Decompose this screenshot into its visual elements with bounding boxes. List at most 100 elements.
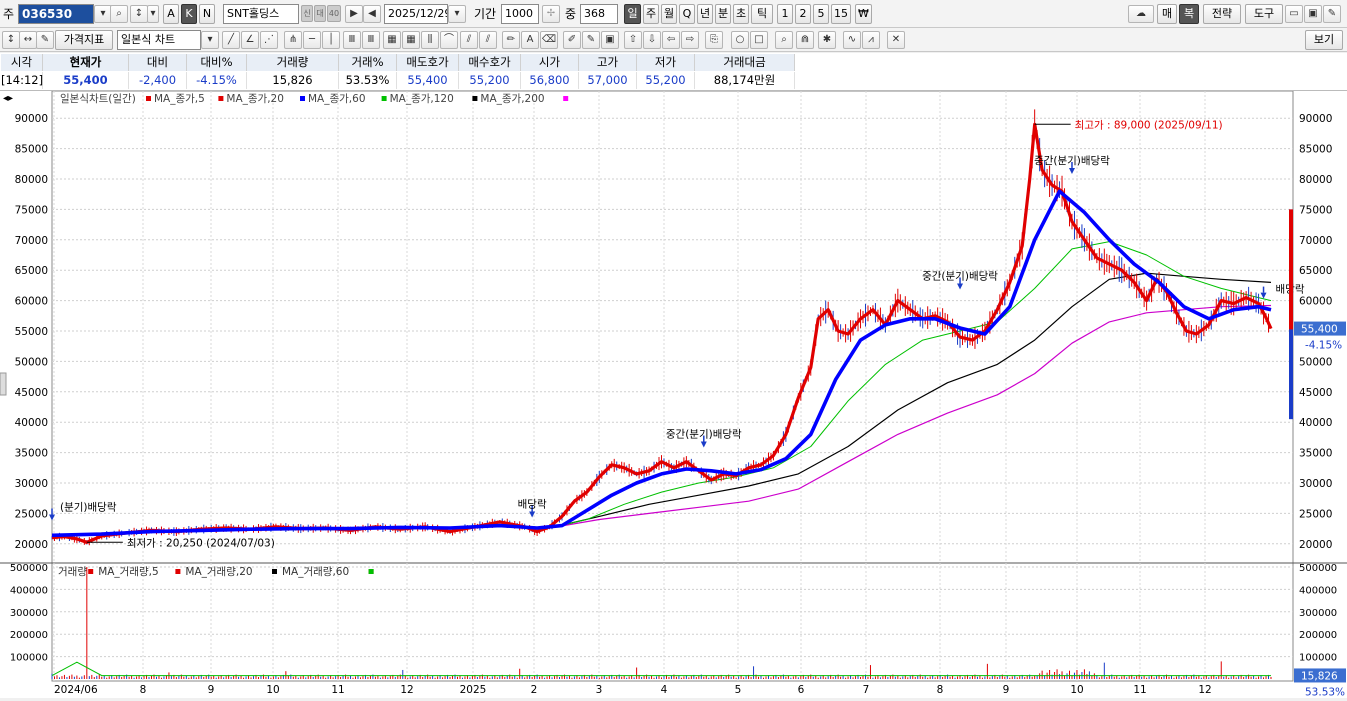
- wave-icon[interactable]: ∿: [843, 31, 861, 49]
- view-button[interactable]: 보기: [1305, 30, 1343, 50]
- close-tools-icon[interactable]: ✕: [887, 31, 905, 49]
- split-vertical-icon[interactable]: ↕: [2, 31, 20, 49]
- copy-icon[interactable]: ⎘: [705, 31, 723, 49]
- settings-icon[interactable]: ✱: [818, 31, 836, 49]
- erase-all-icon[interactable]: ✐: [563, 31, 581, 49]
- volume-legend-label: MA_거래량,60: [282, 566, 349, 578]
- x-tick-label: 9: [1003, 684, 1010, 696]
- volume-legend-label: MA_거래량,20: [185, 566, 252, 578]
- trendline-icon[interactable]: ╱: [222, 31, 240, 49]
- x-tick-label: 2025: [460, 684, 487, 696]
- quote-value: 88,174만원: [695, 72, 795, 89]
- quote-header: 저가: [637, 54, 695, 71]
- vertical-line-icon[interactable]: │: [322, 31, 340, 49]
- circle-icon[interactable]: ○: [731, 31, 749, 49]
- multi-view-button[interactable]: 복: [1179, 4, 1199, 24]
- wrench-icon[interactable]: ✎: [1323, 5, 1341, 23]
- play-back-icon[interactable]: ◀: [363, 5, 381, 23]
- tab-weekly[interactable]: 주: [643, 4, 659, 24]
- badge-margin: 40: [327, 5, 341, 22]
- y-tick-label-right: 35000: [1299, 448, 1332, 460]
- arrow-down-icon[interactable]: ⇩: [643, 31, 661, 49]
- stock-name-field[interactable]: SNT홀딩스: [223, 4, 299, 24]
- tab-second[interactable]: 초: [733, 4, 749, 24]
- quote-value: 55,200: [459, 72, 521, 89]
- tools-button[interactable]: 도구: [1245, 4, 1283, 24]
- arrow-left-icon[interactable]: ⇦: [662, 31, 680, 49]
- speed-lines-icon[interactable]: ⫼: [421, 31, 439, 49]
- search-icon[interactable]: ⌕: [110, 5, 128, 23]
- folder-icon[interactable]: ▭: [1285, 5, 1303, 23]
- x-tick-label: 8: [140, 684, 147, 696]
- badge-new: 신: [301, 5, 313, 22]
- image-icon[interactable]: ▣: [601, 31, 619, 49]
- tab-tick[interactable]: 틱: [751, 4, 773, 24]
- text-tool-icon[interactable]: A: [521, 31, 539, 49]
- period-input[interactable]: 1000: [501, 4, 539, 24]
- chart-area[interactable]: 20000 20000 25000 25000 30000 30000 35000 35000…: [0, 90, 1347, 698]
- currency-icon[interactable]: ₩: [855, 4, 872, 24]
- rectangle-icon[interactable]: □: [750, 31, 768, 49]
- save-icon[interactable]: ▣: [1304, 5, 1322, 23]
- zigzag-icon[interactable]: ⩘: [862, 31, 880, 49]
- pencil-icon[interactable]: ✏: [502, 31, 520, 49]
- x-tick-label: 7: [863, 684, 870, 696]
- note-icon[interactable]: ✎: [582, 31, 600, 49]
- single-view-button[interactable]: 매: [1157, 4, 1177, 24]
- quote-header: 대비: [129, 54, 187, 71]
- adjust-k-button[interactable]: K: [181, 4, 197, 24]
- cloud-icon[interactable]: ☁: [1128, 5, 1154, 23]
- edit-icon[interactable]: ✎: [36, 31, 54, 49]
- split-horizontal-icon[interactable]: ↔: [19, 31, 37, 49]
- indicator-button[interactable]: 가격지표: [55, 30, 113, 50]
- fibonacci-icon[interactable]: Ⅲ: [343, 31, 361, 49]
- sort-dropdown-icon[interactable]: ▾: [147, 5, 159, 23]
- x-tick-label: 2: [531, 684, 538, 696]
- play-forward-icon[interactable]: ▶: [345, 5, 363, 23]
- main-toolbar: 주 036530 ▾ ⌕ ↕ ▾ A K N SNT홀딩스 신 대 40 ▶ ◀…: [0, 0, 1347, 28]
- arc-icon[interactable]: ⌒: [440, 31, 458, 49]
- chart-svg[interactable]: 20000 2000025000 2500030000 3000035000 35000…: [0, 90, 1347, 698]
- eraser-icon[interactable]: ⌫: [540, 31, 558, 49]
- volume-pane: [51, 562, 1294, 682]
- crosshair-icon[interactable]: ✢: [542, 5, 560, 23]
- angle-line-icon[interactable]: ∠: [241, 31, 259, 49]
- adjust-a-button[interactable]: A: [163, 4, 179, 24]
- last-price-label: 55,400: [1301, 324, 1338, 336]
- y-tick-label: 50000: [15, 356, 48, 368]
- stock-code-input[interactable]: 036530: [18, 4, 94, 24]
- grid-icon[interactable]: ▦: [383, 31, 401, 49]
- quote-value: [14:12]: [1, 72, 44, 89]
- tab-1[interactable]: 1: [777, 4, 793, 24]
- gann-grid-icon[interactable]: ▦: [402, 31, 420, 49]
- magnet-icon[interactable]: ⋒: [796, 31, 814, 49]
- channel-icon[interactable]: ⫽: [460, 31, 478, 49]
- x-tick-label: 9: [208, 684, 215, 696]
- arrow-right-icon[interactable]: ⇨: [681, 31, 699, 49]
- chart-type-dropdown-icon[interactable]: ▾: [201, 31, 219, 49]
- horizontal-line-icon[interactable]: ─: [303, 31, 321, 49]
- count-input[interactable]: 368: [580, 4, 618, 24]
- arrow-up-icon[interactable]: ⇧: [624, 31, 642, 49]
- parallel-icon[interactable]: ⫽: [479, 31, 497, 49]
- strategy-button[interactable]: 전략: [1203, 4, 1241, 24]
- sort-icon[interactable]: ↕: [130, 5, 148, 23]
- calendar-dropdown-icon[interactable]: ▾: [448, 5, 466, 23]
- legend-swatch: [146, 96, 151, 101]
- fan-line-icon[interactable]: ⋰: [260, 31, 278, 49]
- chart-type-select[interactable]: 일본식 차트: [117, 30, 201, 50]
- tab-minute[interactable]: 분: [715, 4, 731, 24]
- adjust-n-button[interactable]: N: [199, 4, 215, 24]
- tab-yearly[interactable]: 년: [697, 4, 713, 24]
- tab-5[interactable]: 5: [813, 4, 829, 24]
- quote-value: 53.53%: [339, 72, 397, 89]
- tab-2[interactable]: 2: [795, 4, 811, 24]
- pitchfork-icon[interactable]: ⋔: [284, 31, 302, 49]
- tab-monthly[interactable]: 월: [661, 4, 677, 24]
- tab-daily[interactable]: 일: [624, 4, 641, 24]
- cycle-lines-icon[interactable]: Ⅲ: [362, 31, 380, 49]
- date-input[interactable]: 2025/12/29: [384, 4, 448, 24]
- tab-15[interactable]: 15: [831, 4, 851, 24]
- tab-quarterly[interactable]: Q: [679, 4, 695, 24]
- zoom-icon[interactable]: ⌕: [775, 31, 793, 49]
